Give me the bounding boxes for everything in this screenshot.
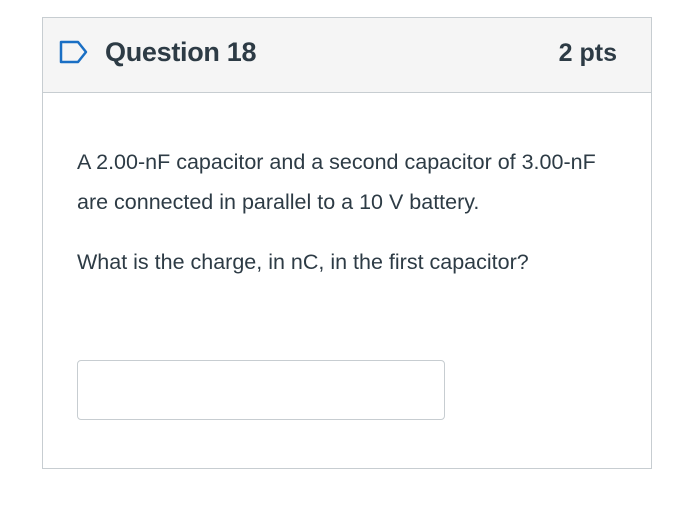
flag-question-icon[interactable]: [59, 40, 89, 64]
question-title: Question 18: [105, 37, 257, 67]
question-text: A 2.00-nF capacitor and a second capacit…: [77, 150, 596, 214]
question-card: Question 18 2 pts A 2.00-nF capacitor an…: [42, 17, 652, 469]
question-points: 2 pts: [558, 39, 617, 67]
question-header: Question 18 2 pts: [43, 18, 651, 93]
answer-input[interactable]: [77, 360, 445, 420]
question-prompt: What is the charge, in nC, in the first …: [77, 250, 529, 274]
question-body: A 2.00-nF capacitor and a second capacit…: [77, 93, 621, 282]
